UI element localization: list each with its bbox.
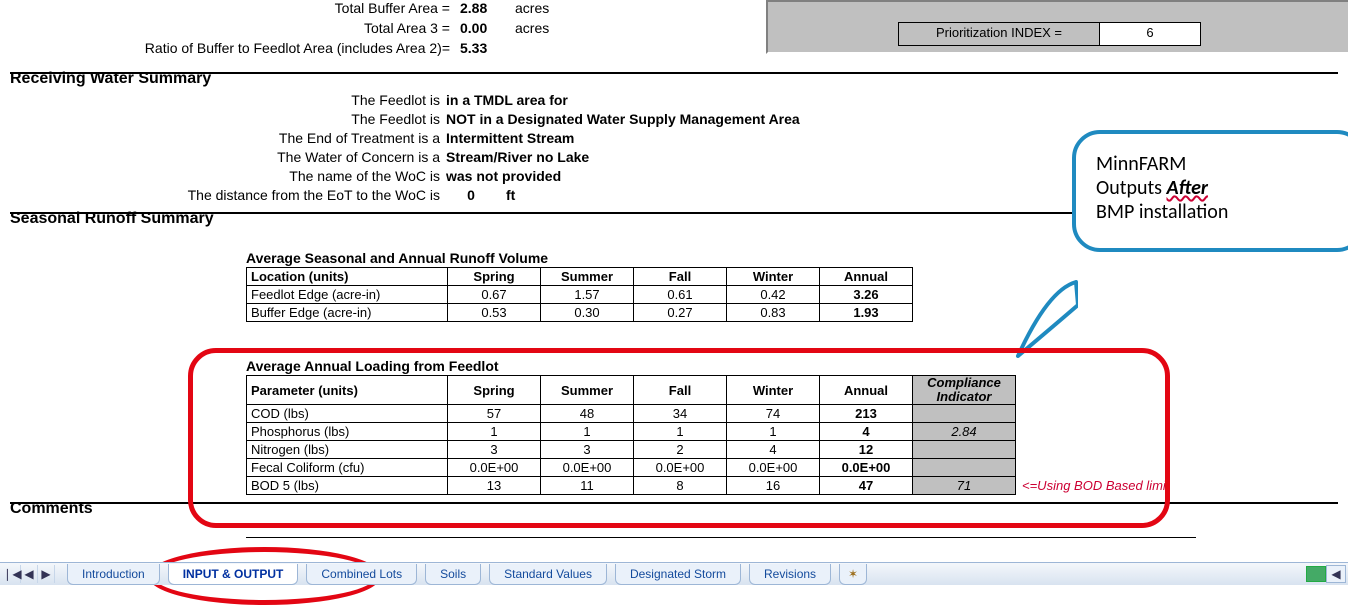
loading-table-wrap: Average Annual Loading from Feedlot Para… (246, 358, 1176, 495)
row-header: Fecal Coliform (cfu) (247, 459, 448, 477)
section-title-comments: Comments (10, 500, 93, 518)
tab-split-handle[interactable] (1306, 566, 1326, 582)
sheet-tab-bar: ❘◀ ◀ ▶ Introduction INPUT & OUTPUT Combi… (0, 562, 1348, 585)
callout-line: MinnFARM (1096, 152, 1341, 176)
table-row: Feedlot Edge (acre-in) 0.67 1.57 0.61 0.… (247, 286, 913, 304)
col-header: Fall (634, 268, 727, 286)
rw-value: was not provided (446, 168, 561, 187)
metric-label: Total Area 3 = (30, 20, 460, 36)
metric-label: Ratio of Buffer to Feedlot Area (include… (30, 40, 460, 56)
rw-label: The Water of Concern is a (90, 149, 446, 168)
first-sheet-button[interactable]: ❘◀ (4, 565, 21, 583)
runoff-table-title: Average Seasonal and Annual Runoff Volum… (246, 250, 913, 266)
rw-value: 0 (446, 187, 496, 206)
prev-sheet-button[interactable]: ◀ (21, 565, 38, 583)
compliance-value: 71 (913, 477, 1016, 495)
rw-label: The End of Treatment is a (90, 130, 446, 149)
table-row: BOD 5 (lbs) 13 11 8 16 47 71 <=Using BOD… (247, 477, 1176, 495)
sheet-tab-standard-values[interactable]: Standard Values (489, 564, 607, 585)
col-header: Fall (634, 376, 727, 405)
callout-bubble: MinnFARM Outputs After BMP installation (1072, 130, 1348, 252)
callout-line: Outputs After (1096, 176, 1341, 200)
rw-value: in a TMDL area for (446, 92, 568, 111)
col-header: Spring (448, 268, 541, 286)
table-row: Nitrogen (lbs) 3 3 2 4 12 (247, 441, 1176, 459)
metric-value: 0.00 (460, 20, 510, 36)
col-header: Winter (727, 376, 820, 405)
table-row: COD (lbs) 57 48 34 74 213 (247, 405, 1176, 423)
row-header: Phosphorus (lbs) (247, 423, 448, 441)
scroll-left-button[interactable]: ◀ (1326, 565, 1346, 583)
col-header: Location (units) (247, 268, 448, 286)
table-row: Buffer Edge (acre-in) 0.53 0.30 0.27 0.8… (247, 304, 913, 322)
section-title-receiving: Receiving Water Summary (10, 70, 211, 88)
sheet-tab-input-output[interactable]: INPUT & OUTPUT (168, 564, 299, 585)
metric-unit: acres (510, 0, 575, 16)
sheet-tab-designated-storm[interactable]: Designated Storm (615, 564, 741, 585)
divider (10, 502, 1338, 504)
col-header: Spring (448, 376, 541, 405)
compliance-value (913, 405, 1016, 423)
rw-unit: ft (496, 187, 515, 206)
summary-metrics: Total Buffer Area =2.88acres Total Area … (30, 0, 590, 60)
compliance-value (913, 441, 1016, 459)
col-header: Summer (541, 376, 634, 405)
rw-label: The Feedlot is (90, 111, 446, 130)
rw-value: Stream/River no Lake (446, 149, 589, 168)
sheet-tab-revisions[interactable]: Revisions (749, 564, 831, 585)
section-title-seasonal: Seasonal Runoff Summary (10, 210, 214, 228)
prioritization-label: Prioritization INDEX = (898, 22, 1100, 46)
col-header: Winter (727, 268, 820, 286)
compliance-header: Compliance Indicator (913, 376, 1016, 405)
receiving-water-block: The Feedlot isin a TMDL area for The Fee… (90, 92, 1090, 206)
sheet-tab-soils[interactable]: Soils (425, 564, 481, 585)
col-header: Summer (541, 268, 634, 286)
row-header: Nitrogen (lbs) (247, 441, 448, 459)
metric-value: 5.33 (460, 40, 510, 56)
runoff-table: Location (units) Spring Summer Fall Wint… (246, 267, 913, 322)
metric-label: Total Buffer Area = (30, 0, 460, 16)
rw-label: The name of the WoC is (90, 168, 446, 187)
compliance-value: 2.84 (913, 423, 1016, 441)
rw-value: NOT in a Designated Water Supply Managem… (446, 111, 800, 130)
row-header: COD (lbs) (247, 405, 448, 423)
compliance-value (913, 459, 1016, 477)
rw-label: The Feedlot is (90, 92, 446, 111)
next-sheet-button[interactable]: ▶ (38, 565, 55, 583)
comments-input-line[interactable] (246, 537, 1196, 538)
prioritization-panel: Prioritization INDEX = 6 (766, 0, 1348, 54)
rw-label: The distance from the EoT to the WoC is (90, 187, 446, 206)
sheet-nav-buttons: ❘◀ ◀ ▶ (0, 565, 59, 583)
prioritization-value: 6 (1100, 22, 1201, 46)
table-row: Fecal Coliform (cfu) 0.0E+00 0.0E+00 0.0… (247, 459, 1176, 477)
callout-line: BMP installation (1096, 200, 1341, 224)
col-header: Parameter (units) (247, 376, 448, 405)
col-header: Annual (820, 268, 913, 286)
row-header: Buffer Edge (acre-in) (247, 304, 448, 322)
sheet-tab-combined-lots[interactable]: Combined Lots (306, 564, 417, 585)
table-row: Phosphorus (lbs) 1 1 1 1 4 2.84 (247, 423, 1176, 441)
metric-value: 2.88 (460, 0, 510, 16)
row-header: BOD 5 (lbs) (247, 477, 448, 495)
callout-tail-icon (1008, 280, 1078, 360)
loading-table-title: Average Annual Loading from Feedlot (246, 358, 1176, 374)
sheet-tab-introduction[interactable]: Introduction (67, 564, 160, 585)
loading-table: Parameter (units) Spring Summer Fall Win… (246, 375, 1176, 495)
col-header: Annual (820, 376, 913, 405)
metric-unit: acres (510, 20, 575, 36)
loading-footnote: <=Using BOD Based limit (1016, 477, 1176, 495)
row-header: Feedlot Edge (acre-in) (247, 286, 448, 304)
rw-value: Intermittent Stream (446, 130, 574, 149)
new-sheet-button[interactable]: ✶ (839, 564, 867, 585)
runoff-table-wrap: Average Seasonal and Annual Runoff Volum… (246, 250, 913, 322)
